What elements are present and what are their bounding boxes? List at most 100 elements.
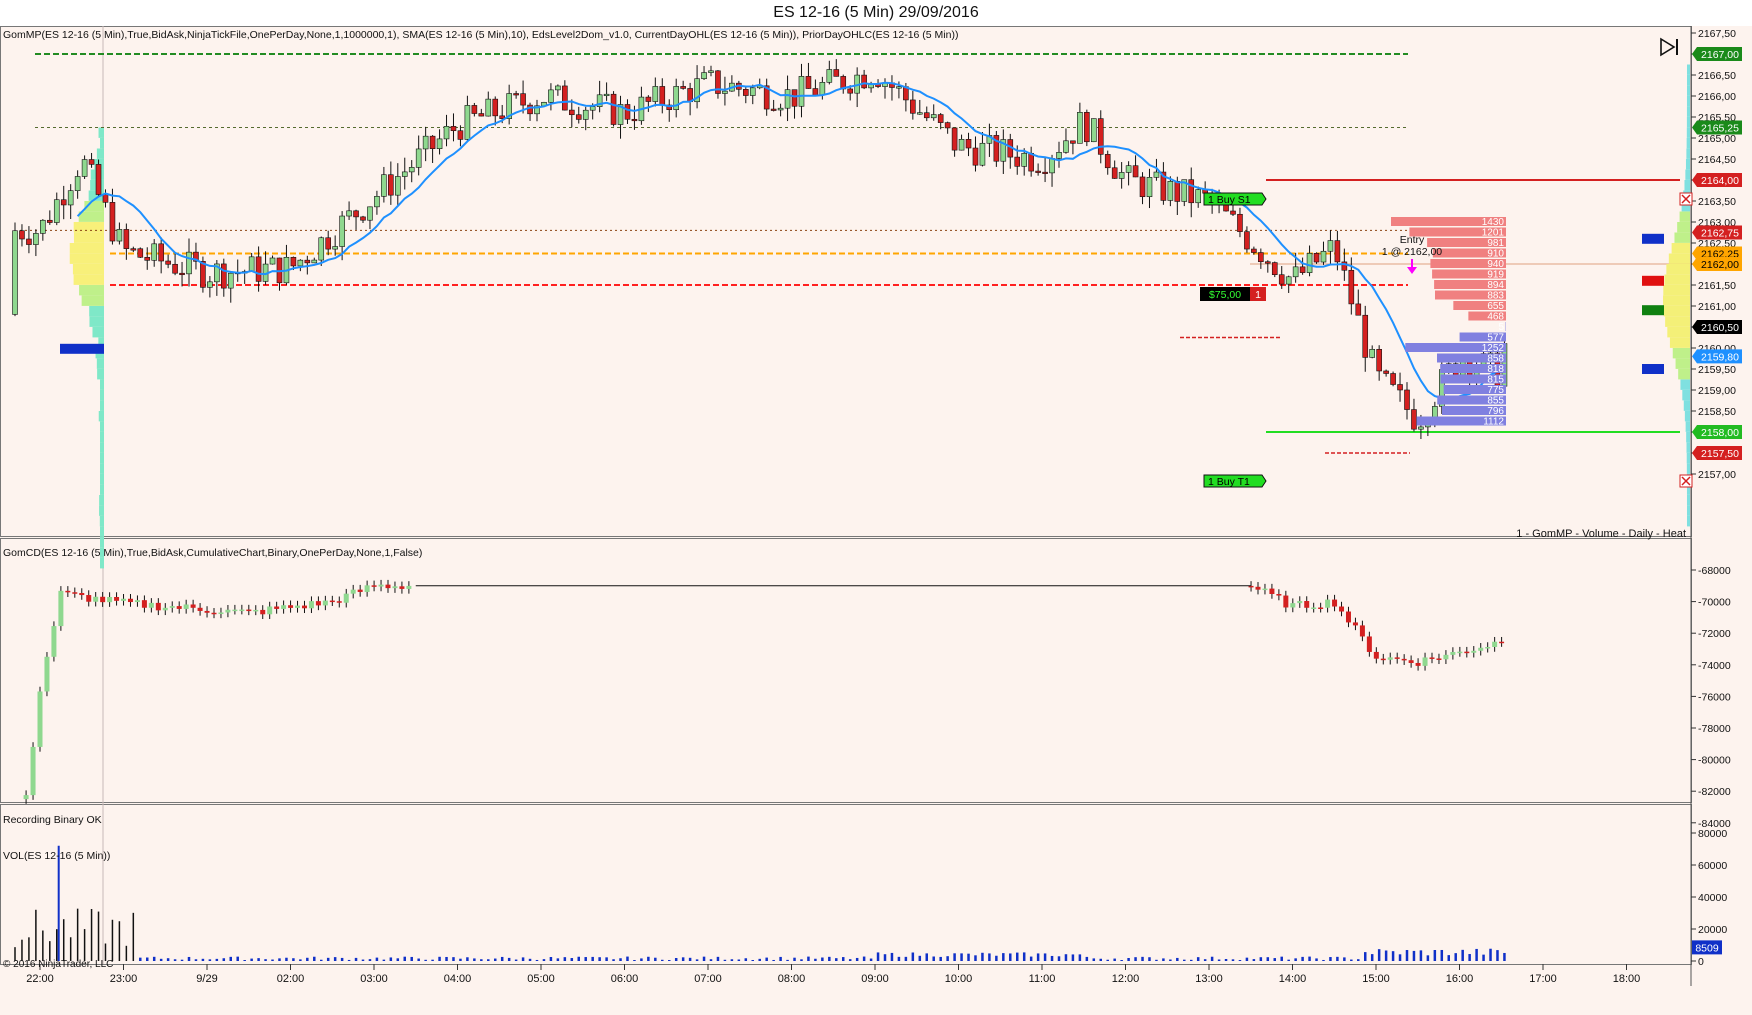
candle-body <box>124 229 129 248</box>
dom-bid-size: 1252 <box>1482 343 1505 354</box>
candle-body <box>681 86 686 88</box>
candle-body <box>750 88 755 96</box>
profile-bar-right <box>1687 495 1690 505</box>
profile-bar-left <box>100 138 104 148</box>
candle-body <box>1384 371 1389 374</box>
candle-body <box>333 247 338 250</box>
candle-body <box>1377 349 1382 371</box>
price-tick-label: 2167,50 <box>1698 28 1736 40</box>
profile-bar-right <box>1663 296 1690 306</box>
candle-body <box>646 97 651 101</box>
candle-body <box>590 107 595 111</box>
cd-body <box>177 606 182 609</box>
cd-body <box>344 594 349 603</box>
profile-bar-left <box>100 422 104 432</box>
profile-bar-right <box>1677 222 1690 232</box>
cd-body <box>365 585 370 592</box>
candle-body <box>221 264 226 288</box>
cd-tick-label: -74000 <box>1698 660 1731 672</box>
price-flag-label: 2160,50 <box>1701 322 1739 334</box>
candle-body <box>778 108 783 110</box>
candle-body <box>374 196 379 207</box>
price-tick-label: 2159,50 <box>1698 364 1736 376</box>
cd-body <box>114 597 119 601</box>
price-tick-label: 2163,50 <box>1698 196 1736 208</box>
cd-body <box>1332 600 1337 607</box>
dom-ask-size: 910 <box>1487 249 1504 260</box>
price-flag-label: 2167,00 <box>1701 49 1739 61</box>
cd-body <box>337 601 342 603</box>
profile-bar-left <box>100 527 104 537</box>
cd-body <box>392 586 397 588</box>
buy-s1-label: 1 Buy S1 <box>1208 194 1251 206</box>
buy-target-t1-tag[interactable]: 1 Buy T1 <box>1204 475 1266 488</box>
candle-body <box>785 90 790 109</box>
position-pnl-tag[interactable]: $75,00 1 <box>1200 287 1266 301</box>
cd-body <box>218 612 223 614</box>
x-tick-label: 03:00 <box>360 973 388 985</box>
cancel-stop-order-icon[interactable] <box>1680 193 1692 205</box>
cd-body <box>1388 657 1393 659</box>
cd-body <box>379 585 384 587</box>
candle-body <box>347 211 352 216</box>
candle-body <box>945 123 950 128</box>
cd-body <box>1276 594 1281 596</box>
profile-bar-right <box>1673 348 1690 358</box>
profile-bar-left <box>89 317 104 327</box>
candle-body <box>1321 251 1326 262</box>
candle-body <box>486 99 491 116</box>
cancel-target-order-icon[interactable] <box>1680 475 1692 487</box>
dom-ask-size: 1430 <box>1482 217 1505 228</box>
cd-body <box>225 610 230 613</box>
price-tick-label: 2158,50 <box>1698 406 1736 418</box>
position-qty: 1 <box>1255 289 1261 301</box>
cd-body <box>1485 647 1490 649</box>
candle-body <box>291 257 296 266</box>
profile-bar-right <box>1686 432 1690 442</box>
candle-body <box>479 114 484 117</box>
candle-body <box>1015 157 1020 166</box>
price-tick-label: 2161,50 <box>1698 280 1736 292</box>
cd-body <box>1304 601 1309 608</box>
candle-body <box>305 260 310 263</box>
cd-body <box>44 657 49 692</box>
cd-body <box>1478 648 1483 651</box>
candle-body <box>1356 304 1361 315</box>
cd-body <box>274 607 279 609</box>
candle-body <box>1328 241 1333 252</box>
x-tick-label: 08:00 <box>778 973 806 985</box>
cd-body <box>184 604 189 608</box>
cd-body <box>128 599 133 602</box>
profile-bar-right <box>1687 138 1690 148</box>
profile-bar-left <box>100 432 104 442</box>
candle-body <box>444 126 449 139</box>
cd-body <box>232 610 237 612</box>
x-tick-label: 05:00 <box>527 973 555 985</box>
dom-ask-size: 883 <box>1487 291 1504 302</box>
candle-body <box>402 172 407 177</box>
candle-body <box>1063 141 1068 153</box>
cd-body <box>142 600 147 608</box>
candle-body <box>423 136 428 149</box>
candle-body <box>896 87 901 89</box>
candle-body <box>653 86 658 101</box>
vol-tick-label: 60000 <box>1698 860 1727 872</box>
dom-ask-size: 655 <box>1487 301 1504 312</box>
dom-highlight-block <box>1642 305 1664 315</box>
cd-tick-label: -80000 <box>1698 755 1731 767</box>
profile-bar-right <box>1687 107 1690 117</box>
price-tick-label: 2157,00 <box>1698 469 1736 481</box>
profile-bar-right <box>1687 96 1690 106</box>
buy-stop-s1-tag[interactable]: 1 Buy S1 <box>1204 193 1266 206</box>
vol-tick-label: 0 <box>1698 956 1704 968</box>
cd-body <box>246 610 251 612</box>
cd-body <box>316 601 321 605</box>
profile-bar-left <box>99 506 104 516</box>
price-flag-label: 2164,00 <box>1701 175 1739 187</box>
entry-label: Entry <box>1400 234 1425 246</box>
cd-body <box>1395 657 1400 659</box>
candle-body <box>173 264 178 273</box>
cd-body <box>239 610 244 612</box>
chart-canvas[interactable]: 1430120198191094091989488365546855771252… <box>0 26 1752 1015</box>
cd-tick-label: -70000 <box>1698 597 1731 609</box>
